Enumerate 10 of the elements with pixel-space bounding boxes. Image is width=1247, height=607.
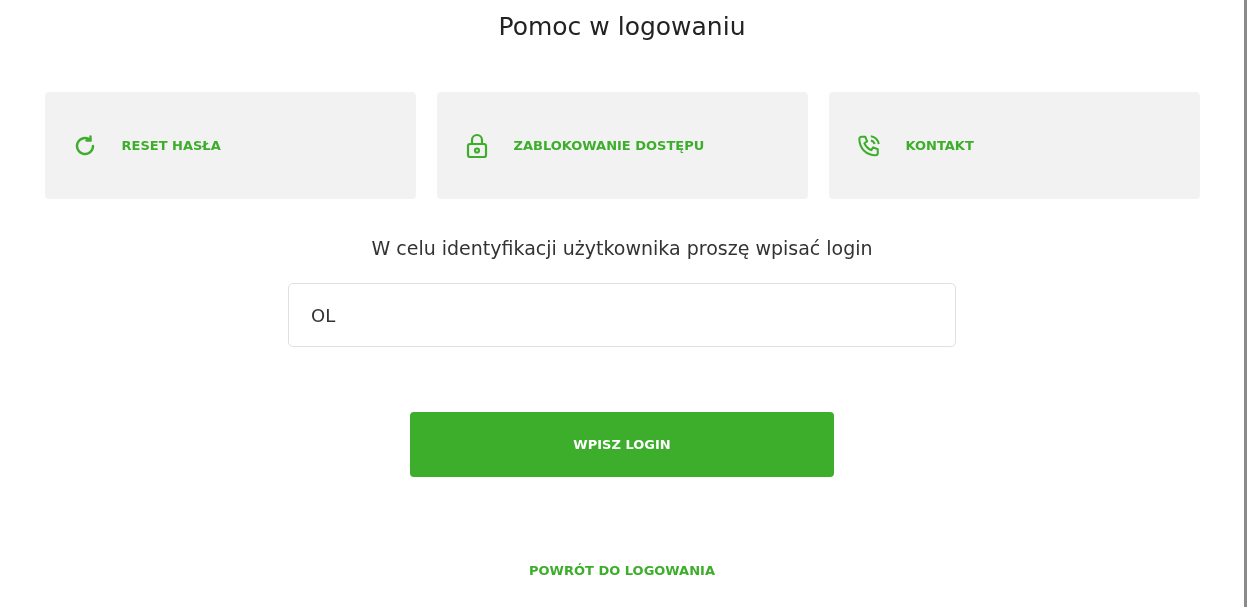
help-option[interactable]: ZABLOKOWANIE DOSTĘPU [436, 92, 808, 199]
instruction-text: W celu identyfikacji użytkownika proszę wpisać login [371, 237, 873, 259]
submit-button[interactable]: WPISZ LOGIN [410, 412, 834, 477]
page-title: Pomoc w logowaniu [498, 12, 746, 43]
login-field[interactable]: OL [288, 283, 956, 347]
back-link[interactable]: POWRÓT DO LOGOWANIA [529, 563, 715, 578]
help-option[interactable]: RESET HASŁA [44, 92, 416, 199]
lock-icon [465, 132, 488, 159]
help-option[interactable]: KONTAKT [828, 92, 1200, 199]
phone-icon [856, 132, 881, 159]
